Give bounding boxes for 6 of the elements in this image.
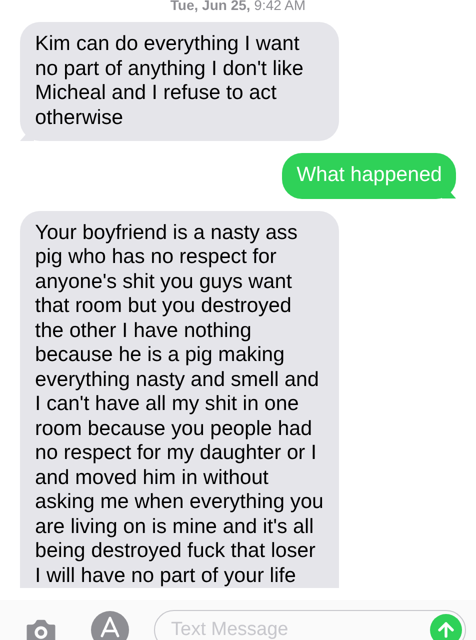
timestamp: Tue, Jun 25, 9:42 AM (170, 0, 306, 15)
app-store-icon[interactable] (90, 610, 130, 640)
message-bubble: What happened (282, 153, 456, 198)
message-bubble: Your boyfriend is a nasty ass pig who has no respect for anyone's shit you guys want that room but you destroyed the other I have nothing because he is a pig making everything nasty and smell and I can't have all my shit in one room because you people had no respect for my daughter or I and moved him in without asking me when everything you are living on is mine and it's all being destroyed fuck that loser I will have no part of your life (20, 210, 339, 588)
message-bubble: Kim can do everything I want no part of anything I don't like Micheal and I refuse to act otherwise (20, 22, 339, 141)
send-button[interactable] (430, 614, 462, 640)
